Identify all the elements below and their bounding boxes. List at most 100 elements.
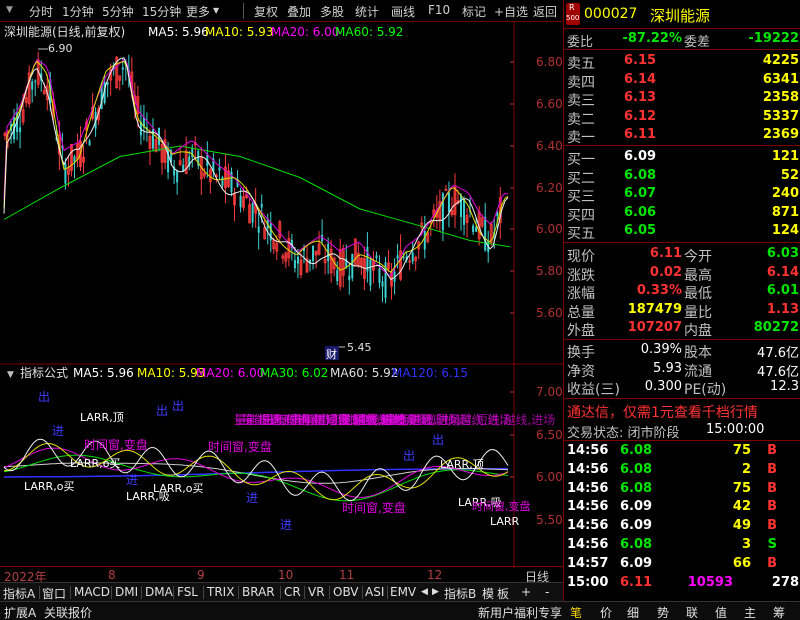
promo-link[interactable]: 新用户福利专享 bbox=[478, 604, 562, 620]
ask-row[interactable]: 卖一 6.11 2369 bbox=[564, 126, 800, 146]
tab-cr[interactable]: CR bbox=[284, 585, 301, 599]
tool-mark-button[interactable]: 标记 bbox=[462, 3, 486, 20]
tick-volume: 3 bbox=[741, 537, 751, 552]
chart-area[interactable]: 深圳能源(日线,前复权) MA5: 5.96 MA10: 5.93 MA20: 6.… bbox=[0, 22, 563, 568]
level2-promo[interactable]: 通达信，仅需1元查看千档行情 bbox=[567, 402, 758, 422]
signal-sell-label: 出 bbox=[172, 399, 184, 413]
tab-asi[interactable]: ASI bbox=[365, 585, 384, 599]
tick-row: 14:57 6.09 66 B bbox=[564, 555, 800, 574]
tab-indicator-b[interactable]: 指标B bbox=[444, 585, 476, 602]
tab-dmi[interactable]: DMI bbox=[115, 585, 138, 599]
tab-separator bbox=[111, 586, 112, 599]
tab-tick-detail[interactable]: 笔 bbox=[570, 604, 582, 620]
ma20-line bbox=[3, 58, 509, 277]
tab-window[interactable]: 窗口 bbox=[42, 585, 66, 602]
period-tab-timeshare[interactable]: 分时 bbox=[29, 3, 53, 20]
candle-body bbox=[411, 252, 414, 262]
tab-brar[interactable]: BRAR bbox=[242, 585, 275, 599]
period-tab-5min[interactable]: 5分钟 bbox=[102, 3, 134, 20]
back-button[interactable]: 返回 bbox=[533, 3, 557, 20]
ma5-line bbox=[3, 57, 509, 281]
ask-price: 6.12 bbox=[624, 108, 657, 124]
tab-price[interactable]: 价 bbox=[600, 604, 612, 620]
tick-side: B bbox=[767, 555, 777, 571]
tool-multi-button[interactable]: 多股 bbox=[320, 3, 344, 20]
tab-main[interactable]: 主 bbox=[744, 604, 756, 620]
zoom-out-button[interactable]: - bbox=[545, 585, 549, 599]
chart-toolbar: ▼ 分时 1分钟 5分钟 15分钟 更多 ▼ 复权 叠加 多股 统计 画线 F1… bbox=[0, 0, 563, 22]
signal-buy-label: LARR,o买 bbox=[70, 457, 120, 470]
tool-overlay-button[interactable]: 叠加 bbox=[287, 3, 311, 20]
candle-body bbox=[260, 203, 263, 208]
tick-row: 14:56 6.08 75 B bbox=[564, 480, 800, 499]
time-window-label: 时间窗,变盘 bbox=[472, 499, 531, 513]
y-tick-label: 6.00 bbox=[536, 470, 563, 484]
stat-value: 47.6亿 bbox=[757, 346, 799, 361]
tab-macd[interactable]: MACD bbox=[74, 585, 110, 599]
extend-button[interactable]: 扩展A bbox=[4, 604, 36, 620]
tab-trix[interactable]: TRIX bbox=[207, 585, 234, 599]
tab-indicator-a[interactable]: 指标A bbox=[3, 585, 35, 602]
related-quote-button[interactable]: 关联报价 bbox=[44, 604, 92, 620]
tab-obv[interactable]: OBV bbox=[333, 585, 359, 599]
tool-f10-button[interactable]: F10 bbox=[428, 3, 450, 17]
ask-row[interactable]: 卖二 6.12 5337 bbox=[564, 108, 800, 128]
stock-name: 深圳能源 bbox=[650, 7, 711, 25]
bid-row[interactable]: 买五 6.05 124 bbox=[564, 222, 800, 242]
ask-row[interactable]: 卖五 6.15 4225 bbox=[564, 52, 800, 72]
tab-value[interactable]: 值 bbox=[715, 604, 727, 620]
tool-adjust-button[interactable]: 复权 bbox=[254, 3, 278, 20]
divider bbox=[564, 28, 800, 29]
tick-row: 15:00 6.11 10593 278 bbox=[564, 574, 800, 593]
tick-row: 14:56 6.09 49 B bbox=[564, 517, 800, 536]
stat-value: 1.13 bbox=[766, 301, 799, 317]
add-watchlist-button[interactable]: +自选 bbox=[494, 3, 528, 20]
stat-label: 内盘 bbox=[684, 323, 712, 340]
bid-row[interactable]: 买二 6.08 52 bbox=[564, 167, 800, 187]
bid-row[interactable]: 买三 6.07 240 bbox=[564, 185, 800, 205]
tab-detail[interactable]: 细 bbox=[627, 604, 639, 620]
tool-stats-button[interactable]: 统计 bbox=[355, 3, 379, 20]
main-chart-title: 深圳能源(日线,前复权) bbox=[4, 24, 125, 39]
tab-fsl[interactable]: FSL bbox=[177, 585, 198, 599]
weicha-value: -19222 bbox=[748, 31, 799, 46]
bid-row[interactable]: 买四 6.06 871 bbox=[564, 204, 800, 224]
ask-row[interactable]: 卖四 6.14 6341 bbox=[564, 71, 800, 91]
promo-row[interactable]: 通达信，仅需1元查看千档行情 bbox=[564, 401, 800, 421]
more-dropdown-icon[interactable]: ▼ bbox=[213, 6, 219, 15]
tab-template[interactable]: 模 bbox=[482, 585, 494, 602]
tab-emv[interactable]: EMV bbox=[390, 585, 416, 599]
tab-linked[interactable]: 联 bbox=[686, 604, 698, 620]
tab-scroll-right-icon[interactable]: ▶ bbox=[432, 587, 439, 597]
collapse-arrow-icon[interactable]: ▼ bbox=[6, 5, 13, 15]
bid-row[interactable]: 买一 6.09 121 bbox=[564, 148, 800, 168]
period-tab-1min[interactable]: 1分钟 bbox=[62, 3, 94, 20]
period-tab-15min[interactable]: 15分钟 bbox=[142, 3, 181, 20]
tab-dma[interactable]: DMA bbox=[145, 585, 173, 599]
tick-time: 14:56 bbox=[567, 443, 609, 458]
zoom-in-button[interactable]: + bbox=[521, 585, 531, 599]
tool-draw-button[interactable]: 画线 bbox=[391, 3, 415, 20]
stat-row: 现价 6.11 今开 6.03 bbox=[564, 245, 800, 265]
tab-trend[interactable]: 势 bbox=[657, 604, 669, 620]
period-tab-more[interactable]: 更多 bbox=[186, 3, 210, 20]
ask-row[interactable]: 卖三 6.13 2358 bbox=[564, 89, 800, 109]
divider bbox=[564, 398, 800, 399]
indicator-collapse-icon[interactable]: ▼ bbox=[7, 370, 14, 380]
tab-board[interactable]: 板 bbox=[497, 585, 509, 602]
candle-body bbox=[293, 260, 296, 269]
tab-chips[interactable]: 筹 bbox=[773, 604, 785, 620]
candle-body bbox=[88, 140, 91, 146]
ma60-line bbox=[3, 145, 511, 248]
indicator-ma-label: MA5: 5.96 bbox=[73, 366, 134, 380]
toolbar-separator bbox=[243, 3, 244, 19]
bid-price: 6.09 bbox=[624, 149, 657, 164]
trade-status-time: 15:00:00 bbox=[706, 422, 765, 437]
tab-scroll-left-icon[interactable]: ◀ bbox=[421, 587, 428, 597]
chart-canvas[interactable]: 深圳能源(日线,前复权) MA5: 5.96MA10: 5.93MA20: 6.… bbox=[0, 22, 563, 568]
tick-volume: 49 bbox=[732, 518, 751, 534]
bid-price: 6.07 bbox=[624, 186, 657, 202]
main-ma-label: MA60: 5.92 bbox=[335, 25, 403, 39]
tab-vr[interactable]: VR bbox=[308, 585, 325, 599]
tab-separator bbox=[304, 586, 305, 599]
